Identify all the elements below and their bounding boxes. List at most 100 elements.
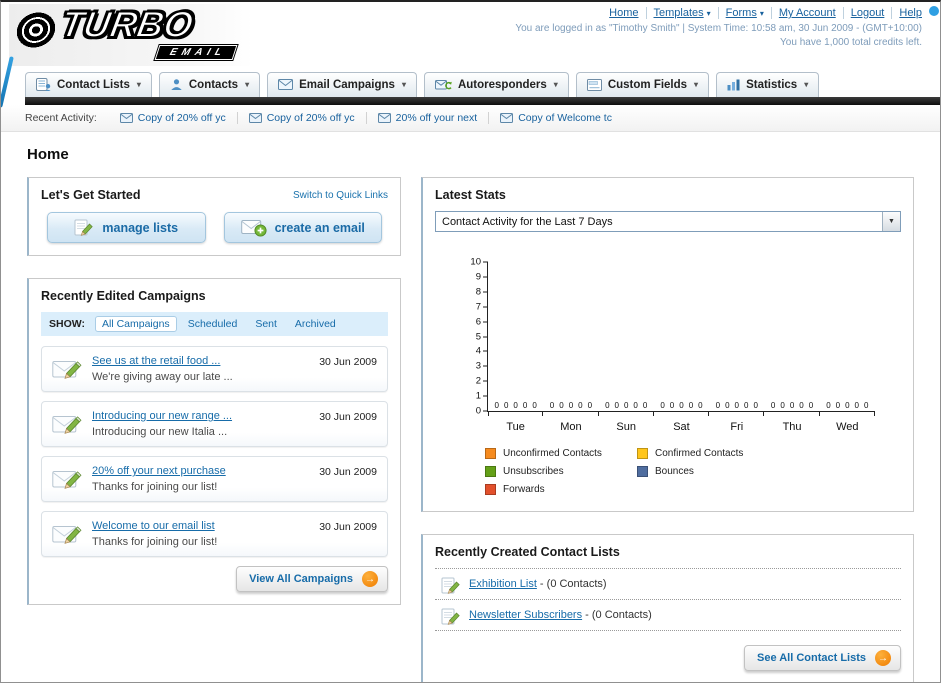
recent-activity-item[interactable]: Copy of Welcome tc xyxy=(489,112,623,124)
recent-activity-item[interactable]: Copy of 20% off yc xyxy=(238,112,367,124)
decorative-dot xyxy=(929,6,939,16)
page-title: Home xyxy=(27,146,69,163)
bar-value-label: 0 xyxy=(549,401,555,410)
bar-value-label: 0 xyxy=(614,401,619,410)
custom-fields-icon xyxy=(586,78,602,91)
nav-tab-label: Contacts xyxy=(188,78,239,91)
recent-activity-item[interactable]: 20% off your next xyxy=(367,112,490,124)
manage-lists-button[interactable]: manage lists xyxy=(47,212,206,243)
chart-category-group: 0 0 0 0 0 Sun xyxy=(599,262,655,433)
y-axis-tick: 2 xyxy=(476,376,488,387)
campaign-title-link[interactable]: See us at the retail food ... xyxy=(92,355,303,367)
header-link-templates[interactable]: Templates xyxy=(654,7,704,19)
filter-tab-scheduled[interactable]: Scheduled xyxy=(181,316,245,332)
credits-info: You have 1,000 total credits left. xyxy=(780,37,922,48)
bar-value-label: 0 xyxy=(743,401,749,410)
y-axis-tick: 6 xyxy=(476,316,488,327)
nav-tab-label: Autoresponders xyxy=(457,78,547,91)
y-axis-label: 6 xyxy=(475,316,481,328)
nav-tab-label: Contact Lists xyxy=(57,78,130,91)
view-all-campaigns-button[interactable]: View All Campaigns → xyxy=(236,566,388,592)
campaign-title-link[interactable]: Introducing our new range ... xyxy=(92,410,303,422)
legend-swatch xyxy=(637,466,648,477)
stats-filter-select[interactable]: Contact Activity for the Last 7 Days ▼ xyxy=(435,211,901,232)
contact-lists-panel: Recently Created Contact Lists Exhibitio… xyxy=(421,534,914,682)
header-link-wrap: Logout xyxy=(844,7,893,19)
campaign-title-link[interactable]: Welcome to our email list xyxy=(92,520,303,532)
filter-tab-all-campaigns[interactable]: All Campaigns xyxy=(94,316,177,332)
y-axis-label: 1 xyxy=(475,390,481,402)
chevron-down-icon: ▾ xyxy=(706,8,711,18)
create-email-button[interactable]: create an email xyxy=(223,212,382,243)
campaign-filter-bar: SHOW: All Campaigns Scheduled Sent Archived xyxy=(41,312,388,336)
chevron-down-icon: ▾ xyxy=(136,80,141,89)
chart-legend: Unconfirmed Contacts Confirmed Contacts Un… xyxy=(485,448,901,495)
bar-value-label: 0 xyxy=(734,401,739,410)
filter-tab-sent[interactable]: Sent xyxy=(248,316,284,332)
header-link-home[interactable]: Home xyxy=(609,7,638,19)
header-link-logout[interactable]: Logout xyxy=(851,7,885,19)
recent-activity-item-label: Copy of Welcome tc xyxy=(518,112,612,124)
bar-value-label: 0 xyxy=(568,401,574,410)
page-pencil-icon xyxy=(441,576,461,599)
nav-tab-label: Statistics xyxy=(746,78,798,91)
chevron-down-icon: ▾ xyxy=(553,80,558,89)
contact-lists-title: Recently Created Contact Lists xyxy=(435,545,901,569)
chevron-down-icon: ▾ xyxy=(804,80,809,89)
header-link-my-account[interactable]: My Account xyxy=(779,7,836,19)
bar-value-label: 0 xyxy=(587,401,593,410)
campaign-title-link[interactable]: 20% off your next purchase xyxy=(92,465,303,477)
chevron-down-icon: ▾ xyxy=(401,80,406,89)
contact-list-link[interactable]: Newsletter Subscribers xyxy=(469,609,582,621)
x-axis-label: Sun xyxy=(616,421,636,433)
campaign-date: 30 Jun 2009 xyxy=(319,466,377,478)
page-pencil-icon xyxy=(441,607,461,630)
mail-pencil-icon xyxy=(52,523,82,550)
chart-groups: 0 0 0 0 0 Tue 0 0 0 0 0 Mon 0 0 0 0 0 Sun 0 0 0 0 0 Sat 0 0 0 0 0 Fri… xyxy=(488,262,876,433)
legend-item: Forwards xyxy=(485,484,637,495)
switch-quick-links-link[interactable]: Switch to Quick Links xyxy=(293,190,388,201)
nav-tab-contacts[interactable]: Contacts ▾ xyxy=(158,72,261,97)
y-axis-label: 8 xyxy=(475,286,481,298)
header-link-help[interactable]: Help xyxy=(899,7,922,19)
nav-tab-custom-fields[interactable]: Custom Fields ▾ xyxy=(575,72,710,97)
recent-activity-item-label: Copy of 20% off yc xyxy=(137,112,226,124)
header-link-forms[interactable]: Forms xyxy=(726,7,757,19)
header-link-wrap: Templates ▾ xyxy=(647,7,719,19)
nav-tab-autoresponders[interactable]: Autoresponders ▾ xyxy=(423,72,569,97)
nav-tab-statistics[interactable]: Statistics ▾ xyxy=(716,72,820,97)
pencil-page-icon xyxy=(74,218,94,238)
nav-tab-email-campaigns[interactable]: Email Campaigns ▾ xyxy=(267,72,417,97)
bar-value-label: 0 xyxy=(605,401,610,410)
dropdown-arrow-icon: ▼ xyxy=(882,212,900,231)
header-right: Home Templates ▾ Forms ▾ My Account Logout Help… xyxy=(515,7,922,48)
contact-list-link[interactable]: Exhibition List xyxy=(469,578,537,590)
y-axis-label: 4 xyxy=(475,345,481,357)
campaign-subtitle: Thanks for joining our list! xyxy=(92,481,218,493)
create-email-label: create an email xyxy=(274,220,365,235)
email-campaigns-icon xyxy=(278,79,294,90)
legend-label: Forwards xyxy=(503,484,545,495)
nav-tab-contact-lists[interactable]: Contact Lists ▾ xyxy=(25,72,152,97)
recent-activity-items: Copy of 20% off yc Copy of 20% off yc 20% … xyxy=(109,112,623,124)
bar-value-label: 0 xyxy=(725,401,730,410)
campaigns-title: Recently Edited Campaigns xyxy=(41,289,206,303)
bar-value-label: 0 xyxy=(753,401,758,410)
legend-label: Unconfirmed Contacts xyxy=(503,448,602,459)
chart-category-group: 0 0 0 0 0 Tue xyxy=(488,262,544,433)
chevron-down-icon: ▾ xyxy=(759,8,764,18)
arrow-right-icon: → xyxy=(875,650,891,666)
see-all-contact-lists-button[interactable]: See All Contact Lists → xyxy=(743,645,901,671)
legend-swatch xyxy=(485,466,496,477)
header: TURBO EMAIL Home Templates ▾ Forms ▾ My Accou… xyxy=(1,2,940,66)
filter-tab-archived[interactable]: Archived xyxy=(288,316,343,332)
header-link-wrap: Forms ▾ xyxy=(719,7,772,19)
recent-activity-item[interactable]: Copy of 20% off yc xyxy=(109,112,238,124)
legend-item: Unsubscribes xyxy=(485,466,637,477)
x-axis-label: Fri xyxy=(730,421,744,433)
contact-list-detail: - (0 Contacts) xyxy=(582,609,652,621)
login-info: You are logged in as "Timothy Smith" | S… xyxy=(515,23,922,34)
contact-list-items: Exhibition List - (0 Contacts) Newsletter… xyxy=(435,569,901,631)
mail-pencil-icon xyxy=(52,468,82,495)
mail-pencil-icon xyxy=(52,358,82,385)
